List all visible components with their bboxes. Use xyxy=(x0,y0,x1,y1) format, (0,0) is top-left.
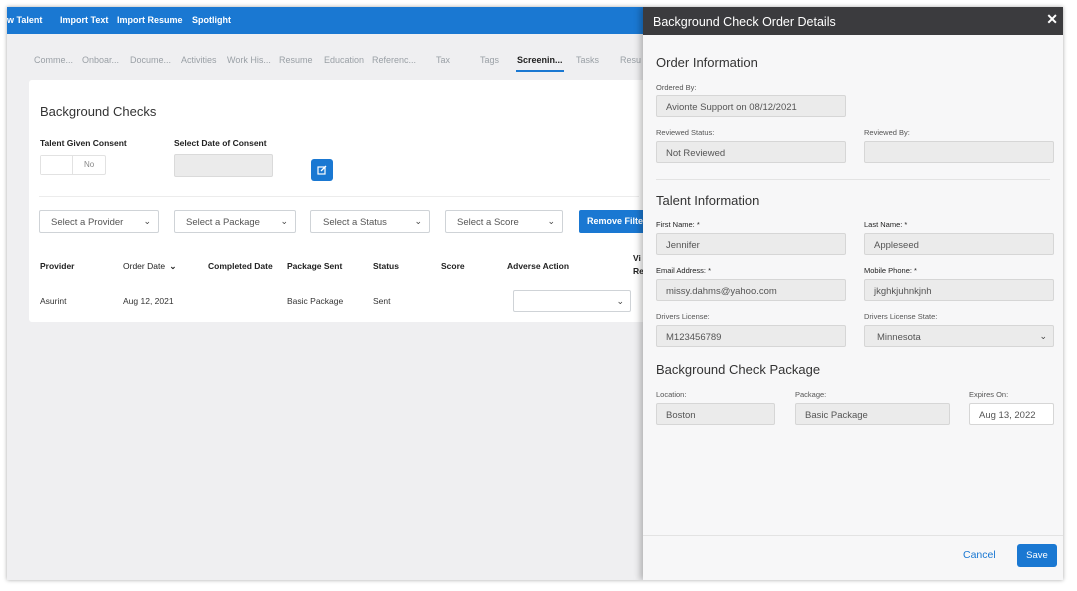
tab-screening[interactable]: Screenin... xyxy=(517,55,563,65)
col-adverse-action[interactable]: Adverse Action xyxy=(507,261,569,271)
expires-on-field[interactable]: Aug 13, 2022 xyxy=(969,403,1054,425)
reviewed-by-label: Reviewed By: xyxy=(864,128,910,137)
package-label: Package: xyxy=(795,390,827,399)
tab-onboarding[interactable]: Onboar... xyxy=(82,55,119,65)
email-field[interactable]: missy.dahms@yahoo.com xyxy=(656,279,846,301)
tab-activities[interactable]: Activities xyxy=(181,55,217,65)
active-tab-indicator xyxy=(516,70,564,72)
talent-tabs: Comme... Onboar... Docume... Activities … xyxy=(7,34,647,72)
nav-spotlight[interactable]: Spotlight xyxy=(192,15,231,25)
location-label: Location: xyxy=(656,390,687,399)
cell-order-date: Aug 12, 2021 xyxy=(123,296,174,306)
first-name-label: First Name: * xyxy=(656,220,700,229)
first-name-field[interactable]: Jennifer xyxy=(656,233,846,255)
col-view[interactable]: Vi xyxy=(633,253,641,263)
package-select-value: Select a Package xyxy=(186,217,260,228)
date-of-consent-input[interactable] xyxy=(174,154,273,177)
status-select-value: Select a Status xyxy=(323,217,387,228)
app-window: w Talent Import Text Import Resume Spotl… xyxy=(7,7,1063,580)
footer-divider xyxy=(643,535,1063,536)
divider xyxy=(39,196,639,197)
reviewed-status-field: Not Reviewed xyxy=(656,141,846,163)
email-label: Email Address: * xyxy=(656,266,712,275)
edit-icon xyxy=(317,165,327,175)
chevron-down-icon: ⌄ xyxy=(280,216,288,226)
score-select-value: Select a Score xyxy=(457,217,519,228)
mobile-phone-field[interactable]: jkghkjuhnkjnh xyxy=(864,279,1054,301)
tab-education[interactable]: Education xyxy=(324,55,364,65)
remove-filters-button[interactable]: Remove Filters xyxy=(579,210,649,233)
tab-tasks[interactable]: Tasks xyxy=(576,55,599,65)
drivers-license-label: Drivers License: xyxy=(656,312,710,321)
toggle-knob xyxy=(41,156,73,174)
order-details-panel: Background Check Order Details ✕ Order I… xyxy=(643,7,1063,580)
last-name-field[interactable]: Appleseed xyxy=(864,233,1054,255)
cell-package-sent: Basic Package xyxy=(287,296,344,306)
chevron-down-icon: ⌄ xyxy=(1039,331,1047,341)
ordered-by-field: Avionte Support on 08/12/2021 xyxy=(656,95,846,117)
ordered-by-label: Ordered By: xyxy=(656,83,697,92)
chevron-down-icon: ⌄ xyxy=(547,216,555,226)
nav-import-resume[interactable]: Import Resume xyxy=(117,15,183,25)
cell-status: Sent xyxy=(373,296,391,306)
status-select[interactable]: Select a Status ⌄ xyxy=(310,210,430,233)
tab-references[interactable]: Referenc... xyxy=(372,55,416,65)
order-info-title: Order Information xyxy=(656,55,758,70)
sort-desc-icon: ⌄ xyxy=(169,261,177,271)
reviewed-status-label: Reviewed Status: xyxy=(656,128,715,137)
consent-toggle[interactable]: No xyxy=(40,155,106,175)
save-button[interactable]: Save xyxy=(1017,544,1057,567)
drivers-license-state-select[interactable]: Minnesota ⌄ xyxy=(864,325,1054,347)
close-icon[interactable]: ✕ xyxy=(1046,11,1058,28)
expires-on-label: Expires On: xyxy=(969,390,1009,399)
package-select[interactable]: Select a Package ⌄ xyxy=(174,210,296,233)
package-field: Basic Package xyxy=(795,403,950,425)
drivers-license-field[interactable]: M123456789 xyxy=(656,325,846,347)
dl-state-value: Minnesota xyxy=(877,332,921,343)
tab-tags[interactable]: Tags xyxy=(480,55,499,65)
mobile-phone-label: Mobile Phone: * xyxy=(864,266,917,275)
drivers-license-state-label: Drivers License State: xyxy=(864,312,938,321)
col-completed-date[interactable]: Completed Date xyxy=(208,261,273,271)
chevron-down-icon: ⌄ xyxy=(414,216,422,226)
col-score[interactable]: Score xyxy=(441,261,465,271)
tab-documents[interactable]: Docume... xyxy=(130,55,171,65)
reviewed-by-field xyxy=(864,141,1054,163)
col-order-date[interactable]: Order Date ⌄ xyxy=(123,261,177,272)
tab-comments[interactable]: Comme... xyxy=(34,55,73,65)
top-nav-bar: w Talent Import Text Import Resume Spotl… xyxy=(7,7,647,34)
col-status[interactable]: Status xyxy=(373,261,399,271)
panel-title: Background Check Order Details xyxy=(653,15,836,29)
cancel-button[interactable]: Cancel xyxy=(963,549,996,561)
background-checks-card: Background Checks Talent Given Consent N… xyxy=(29,80,649,322)
chevron-down-icon: ⌄ xyxy=(143,216,151,226)
provider-select-value: Select a Provider xyxy=(51,217,124,228)
col-provider[interactable]: Provider xyxy=(40,261,75,271)
section-divider xyxy=(656,179,1050,180)
tab-resume[interactable]: Resume xyxy=(279,55,313,65)
provider-select[interactable]: Select a Provider ⌄ xyxy=(39,210,159,233)
last-name-label: Last Name: * xyxy=(864,220,908,229)
score-select[interactable]: Select a Score ⌄ xyxy=(445,210,563,233)
col-order-date-label: Order Date xyxy=(123,261,166,271)
nav-import-text[interactable]: Import Text xyxy=(60,15,108,25)
adverse-action-select[interactable]: ⌄ xyxy=(513,290,631,312)
tab-work-history[interactable]: Work His... xyxy=(227,55,271,65)
card-title: Background Checks xyxy=(40,104,157,119)
tab-results[interactable]: Resu xyxy=(620,55,641,65)
consent-label: Talent Given Consent xyxy=(40,138,127,148)
talent-info-title: Talent Information xyxy=(656,193,760,208)
nav-new-talent[interactable]: w Talent xyxy=(7,15,42,25)
panel-header: Background Check Order Details ✕ xyxy=(643,7,1063,35)
location-field: Boston xyxy=(656,403,775,425)
cell-provider: Asurint xyxy=(40,296,67,306)
edit-button[interactable] xyxy=(311,159,333,181)
package-info-title: Background Check Package xyxy=(656,362,821,377)
chevron-down-icon: ⌄ xyxy=(616,296,624,306)
toggle-value: No xyxy=(84,160,95,169)
tab-tax[interactable]: Tax xyxy=(436,55,450,65)
col-package-sent[interactable]: Package Sent xyxy=(287,261,342,271)
date-of-consent-label: Select Date of Consent xyxy=(174,138,267,148)
